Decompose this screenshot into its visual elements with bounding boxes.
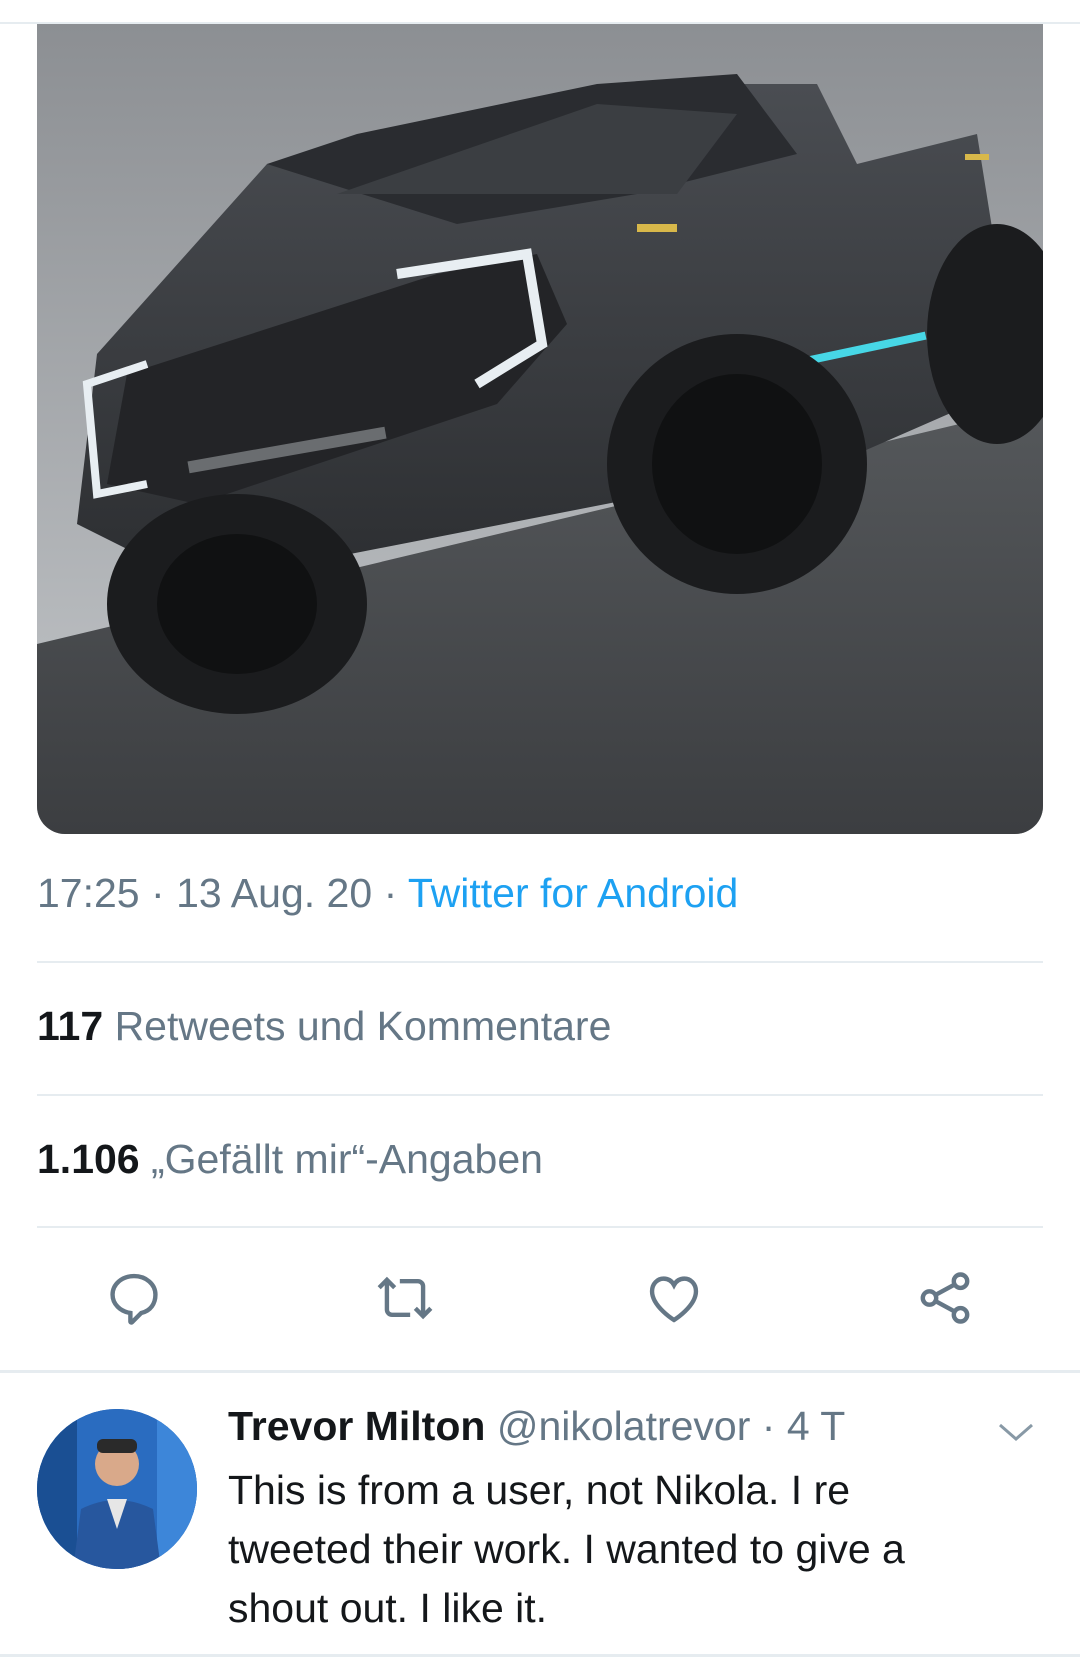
tweet-actions-bar xyxy=(0,1258,1080,1338)
share-icon xyxy=(920,1272,970,1324)
profile-photo xyxy=(37,1409,197,1569)
retweet-button[interactable] xyxy=(365,1258,445,1338)
reply-button[interactable] xyxy=(94,1258,174,1338)
retweets-count: 117 xyxy=(37,1003,104,1049)
retweet-icon xyxy=(377,1276,433,1320)
tweet-time: 17:25 xyxy=(37,870,140,916)
avatar[interactable] xyxy=(37,1409,197,1569)
share-button[interactable] xyxy=(905,1258,985,1338)
more-options-button[interactable] xyxy=(996,1417,1036,1447)
truck-image xyxy=(37,24,1043,834)
divider xyxy=(37,1226,1043,1228)
reply-header: Trevor Milton @nikolatrevor · 4 T xyxy=(228,1403,845,1450)
likes-stat[interactable]: 1.106 „Gefällt mir“-Angaben xyxy=(37,1136,543,1183)
tweet-source-link[interactable]: Twitter for Android xyxy=(408,870,738,916)
reply-author-name[interactable]: Trevor Milton xyxy=(228,1403,485,1449)
comment-icon xyxy=(110,1273,158,1325)
divider xyxy=(37,961,1043,963)
likes-count: 1.106 xyxy=(37,1136,140,1182)
tweet-meta: 17:25 · 13 Aug. 20 · Twitter for Android xyxy=(37,870,738,917)
chevron-down-icon xyxy=(999,1423,1033,1441)
divider xyxy=(37,1094,1043,1096)
retweets-stat[interactable]: 117 Retweets und Kommentare xyxy=(37,1003,611,1050)
retweets-label: Retweets und Kommentare xyxy=(114,1003,612,1049)
tweet-date: 13 Aug. 20 xyxy=(176,870,373,916)
tweet-media-image[interactable] xyxy=(37,24,1043,834)
likes-label: „Gefällt mir“-Angaben xyxy=(151,1136,543,1182)
meta-separator: · xyxy=(383,870,398,916)
reply-author-handle[interactable]: @nikolatrevor xyxy=(497,1403,751,1449)
meta-separator: · xyxy=(151,870,165,916)
reply-text: This is from a user, not Nikola. I re tw… xyxy=(228,1467,905,1631)
heart-icon xyxy=(649,1276,699,1323)
like-button[interactable] xyxy=(634,1258,714,1338)
reply-tweet[interactable]: Trevor Milton @nikolatrevor · 4 T This i… xyxy=(0,1373,1080,1657)
meta-separator: · xyxy=(761,1403,776,1449)
reply-age: 4 T xyxy=(786,1403,846,1449)
